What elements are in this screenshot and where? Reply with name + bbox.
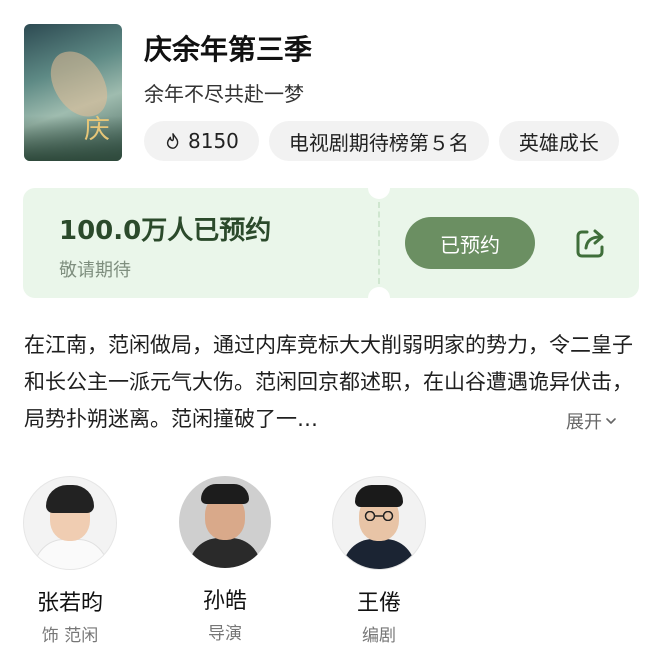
poster-calligraphy-graphic: 庆 [84, 115, 111, 145]
cast-member[interactable]: 张若昀 饰 范闲 [22, 476, 118, 646]
reserved-button[interactable]: 已预约 [405, 217, 535, 269]
show-description: 在江南，范闲做局，通过内库竞标大大削弱明家的势力，令二皇子和长公主一派元气大伤。… [24, 333, 633, 431]
expand-label: 展开 [566, 412, 602, 433]
ranking-tag[interactable]: 电视剧期待榜第５名 [268, 121, 489, 161]
show-poster[interactable]: 庆 [24, 24, 122, 161]
cast-role: 饰 范闲 [41, 626, 99, 646]
avatar [332, 476, 426, 570]
cast-name: 王倦 [356, 591, 401, 616]
avatar [23, 476, 117, 570]
show-subtitle: 余年不尽共赴一梦 [144, 82, 304, 106]
tag-row: 8150 电视剧期待榜第５名 英雄成长 [144, 121, 619, 161]
avatar [179, 476, 271, 568]
reservation-card: 100.0万人已预约 敬请期待 已预约 [23, 177, 639, 309]
ticket-notch-bottom [368, 287, 390, 309]
cast-member[interactable]: 王倦 编剧 [331, 476, 427, 646]
show-title: 庆余年第三季 [144, 33, 313, 66]
cast-role: 导演 [208, 624, 242, 644]
ticket-divider [378, 202, 380, 284]
expand-button[interactable]: 展开 [566, 408, 618, 434]
genre-label: 英雄成长 [518, 130, 599, 155]
chevron-down-icon [606, 418, 616, 424]
cast-name: 张若昀 [36, 591, 103, 616]
glasses-graphic [364, 511, 394, 521]
genre-tag[interactable]: 英雄成长 [498, 121, 619, 161]
share-icon[interactable] [572, 224, 610, 262]
cast-member[interactable]: 孙皓 导演 [177, 476, 273, 644]
fire-icon [166, 133, 179, 149]
reservation-count: 100.0万人已预约 [59, 216, 272, 246]
heat-count: 8150 [188, 129, 239, 153]
ticket-notch-top [368, 177, 390, 199]
reservation-hint: 敬请期待 [59, 260, 131, 281]
heat-tag[interactable]: 8150 [144, 121, 259, 161]
ranking-label: 电视剧期待榜第５名 [288, 130, 469, 155]
cast-role: 编剧 [362, 626, 396, 646]
cast-name: 孙皓 [202, 589, 247, 614]
